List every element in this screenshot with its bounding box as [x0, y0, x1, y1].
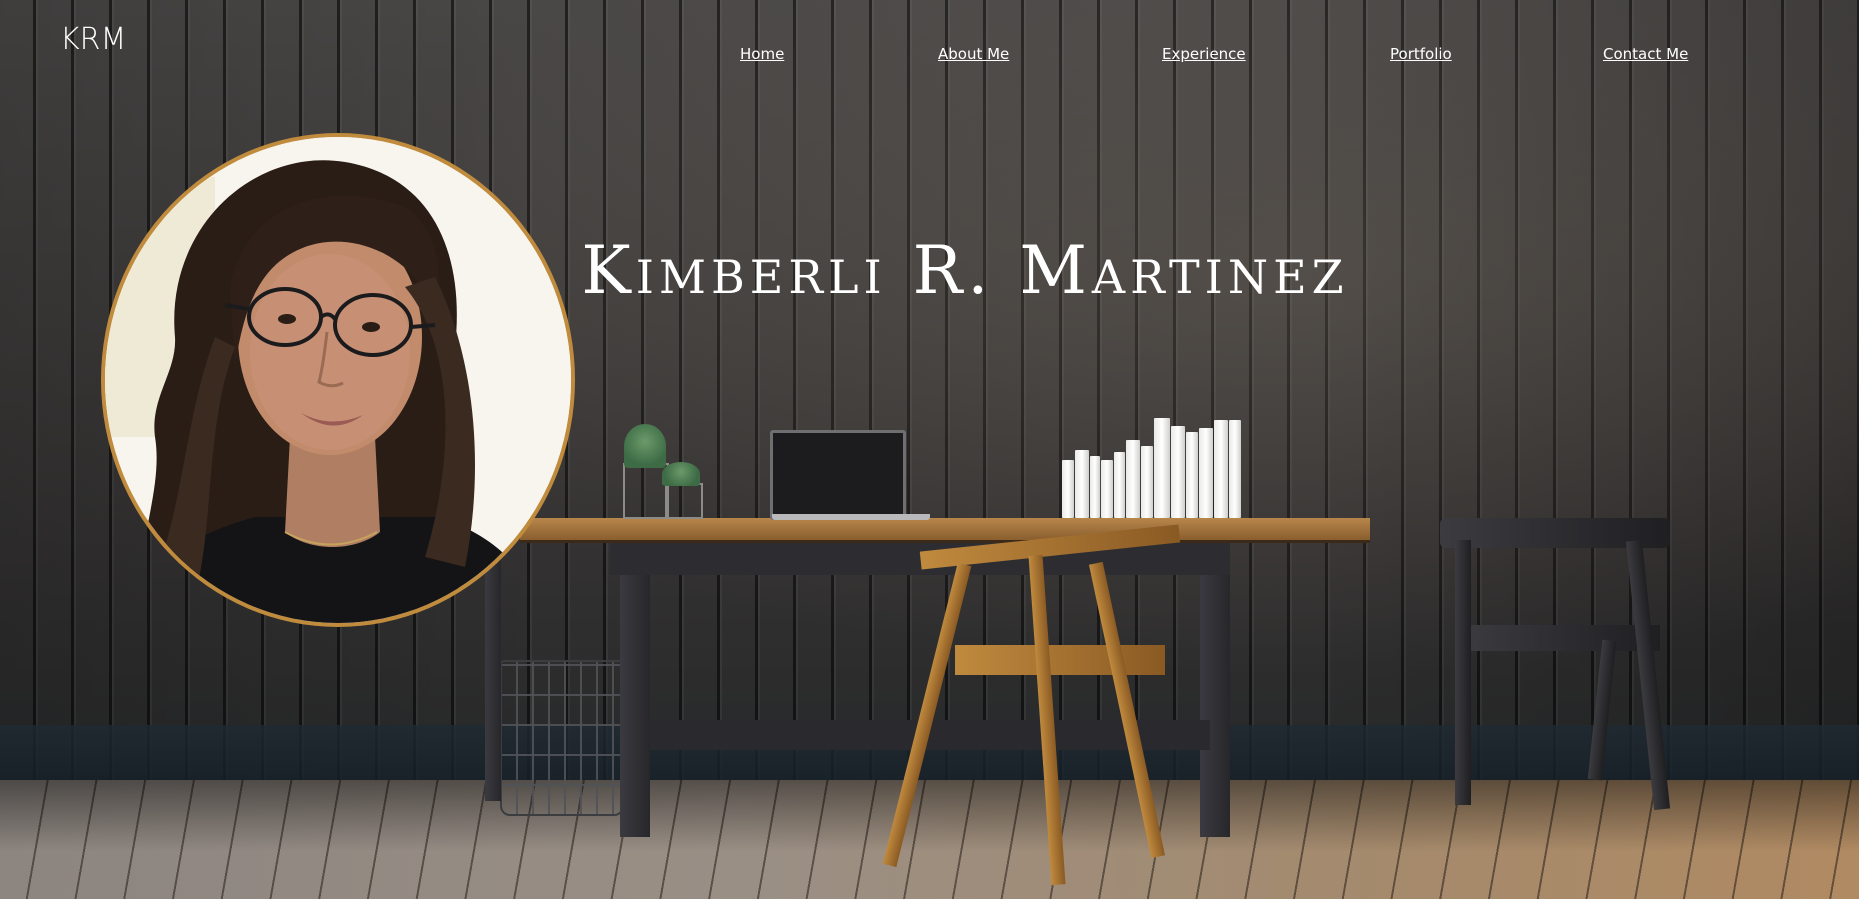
nav-about-me[interactable]: About Me [938, 45, 1009, 63]
laptop-base [772, 514, 930, 520]
chair-seat [955, 645, 1165, 675]
nav-contact-me[interactable]: Contact Me [1603, 45, 1688, 63]
main-nav: Home About Me Experience Portfolio Conta… [0, 45, 1859, 65]
book [1062, 460, 1074, 518]
small-plant [662, 462, 700, 486]
succulent-plant [624, 424, 666, 468]
book [1229, 420, 1241, 518]
desk-top [520, 518, 1370, 540]
book [1126, 440, 1140, 518]
dark-chair-seat [1460, 625, 1660, 651]
dark-chair-leg [1455, 540, 1471, 805]
book [1186, 432, 1198, 518]
book [1114, 452, 1125, 518]
book [1199, 428, 1213, 518]
book [1154, 418, 1170, 518]
nav-experience[interactable]: Experience [1162, 45, 1246, 63]
desk-leg-left [620, 541, 650, 837]
planter-small [665, 483, 703, 519]
nav-home[interactable]: Home [740, 45, 784, 63]
book [1090, 456, 1100, 518]
desk-leg-right [1200, 541, 1230, 837]
book [1214, 420, 1228, 518]
page: KRM Home About Me Experience Portfolio C… [0, 0, 1859, 916]
book [1101, 460, 1113, 518]
book [1075, 450, 1089, 518]
profile-photo [101, 133, 575, 627]
portrait-illustration [105, 137, 571, 623]
book [1141, 446, 1153, 518]
nav-portfolio[interactable]: Portfolio [1390, 45, 1452, 63]
floor-shadow [0, 780, 1859, 899]
page-bottom-edge [0, 899, 1859, 916]
book [1171, 426, 1185, 518]
laptop-screen [770, 430, 906, 520]
wire-basket [500, 660, 624, 816]
